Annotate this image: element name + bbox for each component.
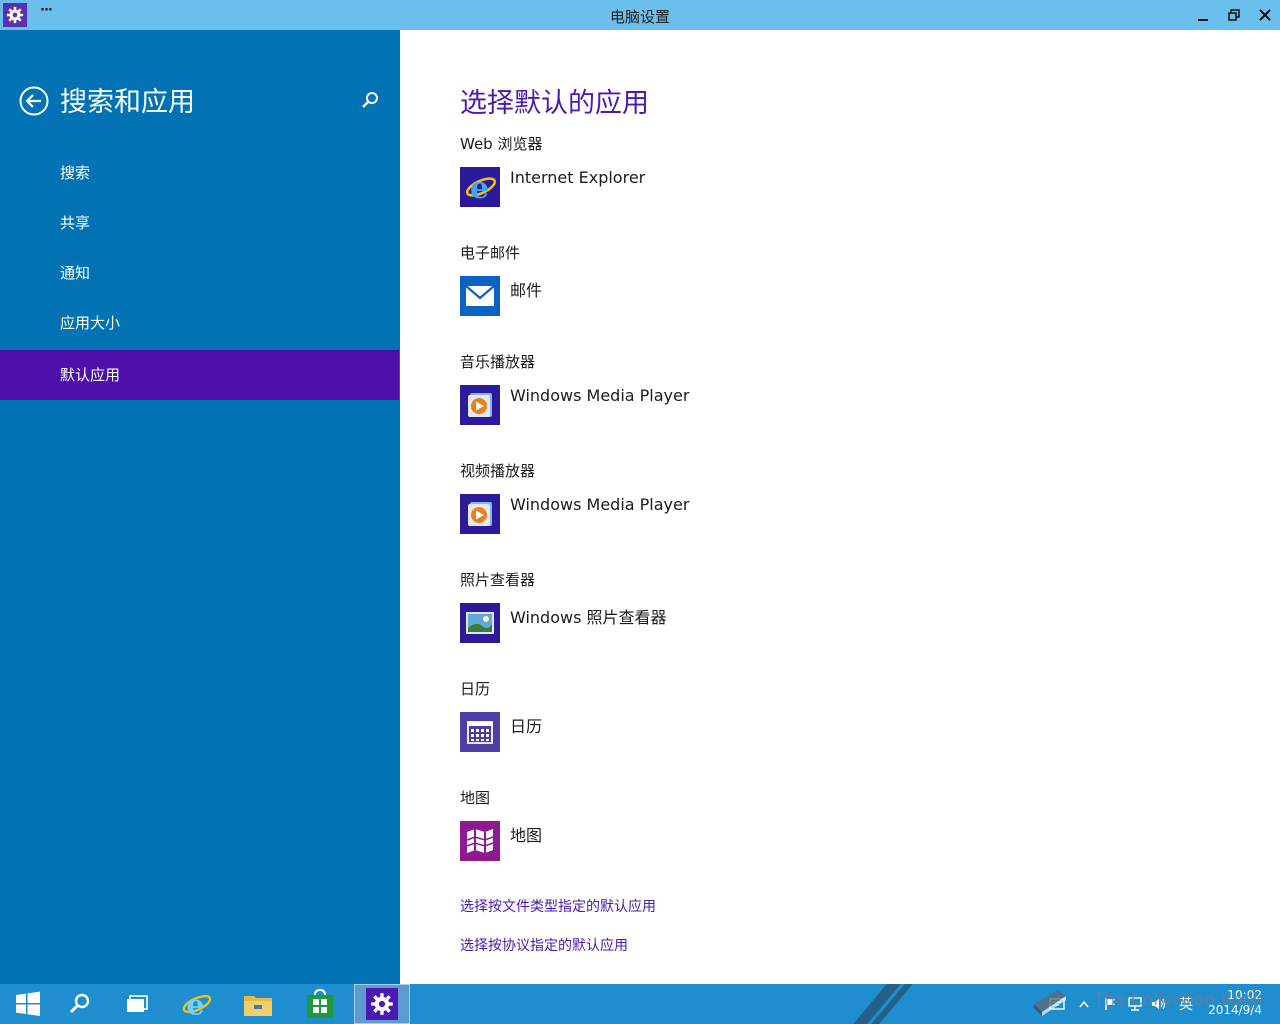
category-label-email: 电子邮件 bbox=[460, 244, 521, 262]
sidebar-heading: 搜索和应用 bbox=[60, 87, 195, 118]
book-logo-icon bbox=[1034, 990, 1066, 1016]
close-button[interactable] bbox=[1249, 0, 1280, 30]
internet-explorer-icon: e bbox=[182, 987, 212, 1021]
sidebar-item-label: 通知 bbox=[60, 264, 91, 282]
maps-icon bbox=[460, 821, 500, 861]
search-icon bbox=[362, 92, 378, 108]
app-name: Windows Media Player bbox=[510, 495, 690, 514]
search-icon bbox=[69, 993, 90, 1014]
app-name: 日历 bbox=[510, 717, 543, 736]
media-player-icon bbox=[460, 385, 500, 425]
sidebar-item-share[interactable]: 共享 bbox=[0, 198, 399, 248]
svg-text:e: e bbox=[470, 171, 489, 205]
app-name: 地图 bbox=[510, 826, 543, 845]
close-icon bbox=[1259, 9, 1271, 21]
watermark: The Collection Book bbox=[1034, 990, 1263, 1016]
category-label-maps: 地图 bbox=[460, 789, 491, 807]
window-title: 电脑设置 bbox=[609, 8, 670, 26]
app-name: Windows Media Player bbox=[510, 386, 690, 405]
title-bar: ··· 电脑设置 bbox=[0, 0, 1280, 30]
task-view-button[interactable] bbox=[109, 984, 165, 1024]
sidebar-item-app-sizes[interactable]: 应用大小 bbox=[0, 298, 399, 348]
media-player-icon bbox=[460, 494, 500, 534]
taskbar-file-explorer[interactable] bbox=[230, 984, 286, 1024]
store-icon bbox=[307, 989, 333, 1018]
minimize-icon bbox=[1198, 19, 1208, 21]
sidebar-item-label: 默认应用 bbox=[60, 366, 121, 384]
start-button[interactable] bbox=[0, 984, 56, 1024]
photo-viewer-icon bbox=[460, 603, 500, 643]
start-icon bbox=[16, 991, 40, 1016]
category-label-web-browser: Web 浏览器 bbox=[460, 135, 543, 153]
search-taskbar-button[interactable] bbox=[52, 984, 108, 1024]
settings-icon bbox=[366, 988, 398, 1020]
main-content: 选择默认的应用 Web 浏览器 e Internet Explorer 电子邮件… bbox=[400, 30, 1280, 984]
sidebar-item-default-apps[interactable]: 默认应用 bbox=[0, 350, 399, 400]
sidebar-item-label: 共享 bbox=[60, 214, 91, 232]
minimize-button[interactable] bbox=[1187, 0, 1219, 30]
file-explorer-icon bbox=[244, 996, 272, 1016]
app-name: Windows 照片查看器 bbox=[510, 608, 667, 627]
taskbar-settings[interactable] bbox=[354, 984, 410, 1024]
link-choose-by-file-type[interactable]: 选择按文件类型指定的默认应用 bbox=[460, 896, 656, 916]
sidebar-item-label: 应用大小 bbox=[60, 314, 121, 332]
back-arrow-icon bbox=[19, 86, 49, 116]
search-button[interactable] bbox=[360, 90, 380, 110]
svg-text:e: e bbox=[187, 987, 205, 1021]
restore-button[interactable] bbox=[1218, 0, 1250, 30]
taskbar-internet-explorer[interactable]: e bbox=[168, 984, 224, 1024]
back-button[interactable] bbox=[19, 86, 49, 116]
calendar-icon bbox=[460, 712, 500, 752]
sidebar-item-search[interactable]: 搜索 bbox=[0, 148, 399, 198]
category-label-music-player: 音乐播放器 bbox=[460, 353, 536, 371]
sidebar-item-label: 搜索 bbox=[60, 164, 91, 182]
taskbar-store[interactable] bbox=[292, 984, 348, 1024]
category-label-calendar: 日历 bbox=[460, 680, 491, 698]
restore-icon bbox=[1228, 9, 1240, 21]
show-hidden-icons-icon[interactable] bbox=[1074, 984, 1094, 1024]
task-view-icon bbox=[127, 995, 148, 1012]
app-name: 邮件 bbox=[510, 281, 543, 300]
category-label-video-player: 视频播放器 bbox=[460, 462, 536, 480]
page-title: 选择默认的应用 bbox=[460, 88, 649, 119]
link-choose-by-protocol[interactable]: 选择按协议指定的默认应用 bbox=[460, 935, 628, 955]
category-label-photo-viewer: 照片查看器 bbox=[460, 571, 536, 589]
watermark-text: The Collection Book bbox=[1094, 990, 1263, 1010]
mail-icon bbox=[460, 276, 500, 316]
internet-explorer-icon: e bbox=[460, 167, 500, 207]
sidebar-item-notifications[interactable]: 通知 bbox=[0, 248, 399, 298]
sidebar: 搜索和应用 搜索 共享 通知 应用大小 默认应用 bbox=[0, 30, 400, 984]
taskbar: e 英 10:02 2014/9/4 bbox=[0, 984, 1280, 1024]
app-name: Internet Explorer bbox=[510, 168, 646, 187]
